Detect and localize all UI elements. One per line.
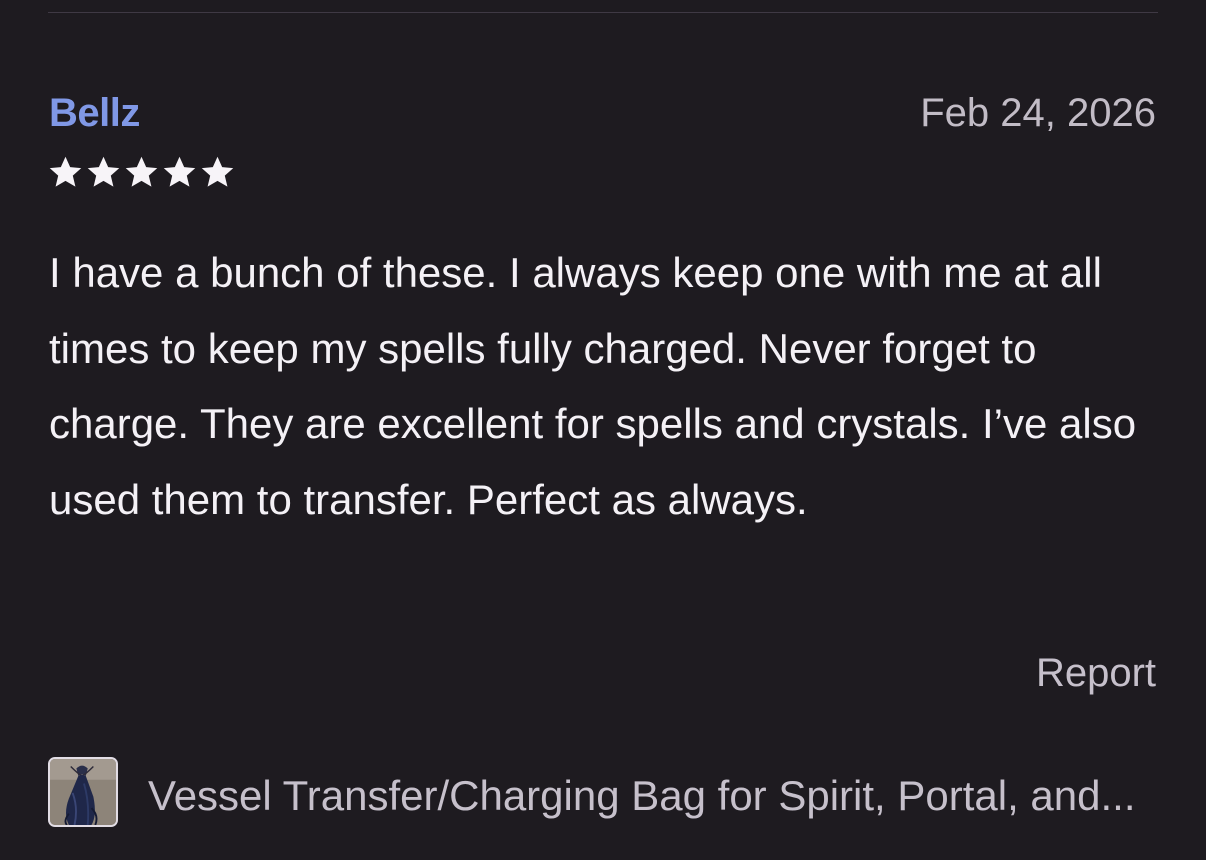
review-body: I have a bunch of these. I always keep o… xyxy=(49,249,1137,523)
review-date: Feb 24, 2026 xyxy=(920,91,1156,135)
star-icon xyxy=(200,155,235,190)
star-rating xyxy=(48,155,235,190)
star-icon xyxy=(124,155,159,190)
star-icon xyxy=(48,155,83,190)
top-divider xyxy=(48,12,1158,13)
product-link[interactable]: Vessel Transfer/Charging Bag for Spirit,… xyxy=(148,771,1158,821)
reviewer-name[interactable]: Bellz xyxy=(49,90,140,136)
star-icon xyxy=(162,155,197,190)
report-button[interactable]: Report xyxy=(1036,650,1156,696)
velvet-bag-image xyxy=(50,759,116,825)
star-icon xyxy=(86,155,121,190)
product-thumbnail[interactable] xyxy=(48,757,118,827)
